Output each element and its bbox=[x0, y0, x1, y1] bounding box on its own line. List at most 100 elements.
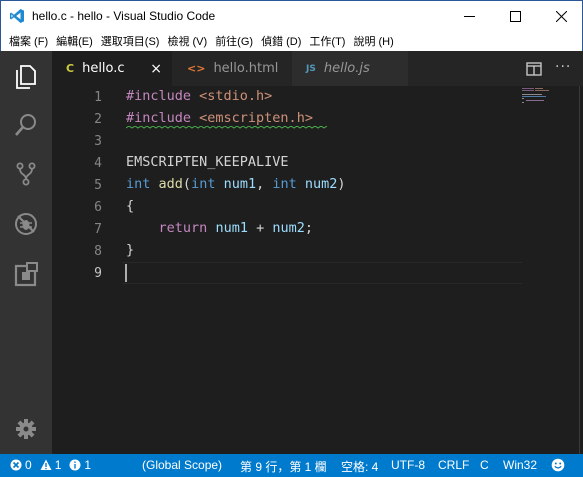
code-line: #include <emscripten.h> bbox=[126, 110, 313, 126]
language-mode[interactable]: C bbox=[480, 458, 489, 472]
error-count: 0 bbox=[25, 458, 32, 472]
js-file-icon: JS bbox=[306, 63, 316, 74]
more-actions-icon[interactable]: ··· bbox=[555, 59, 571, 75]
debug-icon bbox=[15, 213, 37, 235]
code-token: num2 bbox=[304, 176, 338, 192]
indentation[interactable]: 空格: 4 bbox=[341, 458, 378, 475]
c-file-icon: C bbox=[66, 62, 75, 75]
code-token: int bbox=[272, 176, 297, 192]
vscode-logo-icon bbox=[10, 9, 24, 23]
line-number: 5 bbox=[94, 178, 102, 193]
code-token: + bbox=[247, 220, 273, 236]
line-number: 4 bbox=[94, 156, 102, 171]
code-token: <stdio.h> bbox=[199, 88, 273, 104]
code-token: #include bbox=[126, 110, 200, 126]
code-token: add bbox=[158, 176, 183, 192]
code-line: #include <stdio.h> bbox=[126, 88, 272, 104]
code-token: ( bbox=[182, 176, 192, 192]
menu-file[interactable]: 檔案 (F) bbox=[5, 33, 52, 49]
code-token: EMSCRIPTEN_KEEPALIVE bbox=[126, 154, 289, 170]
tab-hello-c[interactable]: C hello.c × bbox=[52, 51, 172, 86]
code-token: { bbox=[126, 198, 135, 214]
code-token: int bbox=[191, 176, 216, 192]
cursor-position[interactable]: 第 9 行，第 1 欄 bbox=[240, 458, 327, 475]
code-line: { bbox=[126, 198, 134, 214]
code-line: } bbox=[126, 242, 134, 258]
line-number: 6 bbox=[94, 200, 102, 215]
menu-view[interactable]: 檢視 (V) bbox=[163, 33, 211, 49]
line-number: 9 bbox=[94, 266, 102, 281]
info-icon bbox=[69, 459, 81, 471]
code-token: ) bbox=[337, 176, 346, 192]
code-token: num1 bbox=[223, 176, 257, 192]
overview-ruler bbox=[579, 86, 580, 454]
error-icon bbox=[10, 459, 22, 471]
menu-help[interactable]: 說明 (H) bbox=[349, 33, 397, 49]
code-token: <emscripten.h> bbox=[199, 110, 313, 126]
menu-tasks[interactable]: 工作(T) bbox=[305, 33, 349, 49]
code-token: , bbox=[256, 176, 273, 192]
menu-debug[interactable]: 偵錯 (D) bbox=[257, 33, 305, 49]
explorer-icon bbox=[16, 65, 36, 89]
tab-hello-html[interactable]: <> hello.html bbox=[172, 51, 292, 86]
activity-debug[interactable] bbox=[0, 201, 52, 247]
close-icon[interactable]: × bbox=[150, 61, 162, 77]
encoding[interactable]: UTF-8 bbox=[391, 458, 425, 472]
line-number: 8 bbox=[94, 244, 102, 259]
code-token: return bbox=[158, 220, 208, 236]
menu-edit[interactable]: 編輯(E) bbox=[52, 33, 97, 49]
split-editor-icon[interactable] bbox=[525, 60, 543, 78]
platform-target[interactable]: Win32 bbox=[503, 458, 537, 472]
minimize-button[interactable] bbox=[446, 1, 492, 31]
activity-search[interactable] bbox=[0, 102, 52, 148]
menu-go[interactable]: 前往(G) bbox=[211, 33, 257, 49]
warning-count: 1 bbox=[54, 458, 62, 472]
code-token: ; bbox=[304, 220, 313, 236]
gear-icon bbox=[16, 419, 36, 439]
activity-source-control[interactable] bbox=[0, 151, 52, 197]
end-of-line[interactable]: CRLF bbox=[438, 458, 469, 472]
tab-label: hello.js bbox=[323, 61, 370, 76]
feedback-button[interactable] bbox=[551, 458, 568, 472]
problems-indicator[interactable]: 0 1 1 bbox=[10, 458, 91, 472]
activity-manage[interactable] bbox=[0, 406, 52, 452]
code-token: } bbox=[126, 242, 135, 258]
activity-explorer[interactable] bbox=[0, 53, 52, 99]
warning-icon bbox=[40, 459, 52, 470]
minimize-icon bbox=[463, 15, 475, 17]
code-token: num2 bbox=[272, 220, 305, 236]
search-icon bbox=[15, 114, 36, 136]
code-token: num1 bbox=[215, 220, 248, 236]
window-title: hello.c - hello - Visual Studio Code bbox=[32, 9, 216, 23]
tab-hello-js[interactable]: JS hello.js bbox=[292, 51, 408, 86]
info-count: 1 bbox=[84, 458, 92, 472]
close-icon bbox=[555, 10, 567, 22]
html-file-icon: <> bbox=[187, 62, 206, 75]
activity-bar bbox=[0, 51, 52, 454]
maximize-button[interactable] bbox=[492, 1, 538, 31]
code-line: return num1 + num2; bbox=[126, 220, 313, 236]
line-number: 2 bbox=[94, 112, 102, 127]
extensions-icon bbox=[14, 262, 38, 287]
text-cursor bbox=[125, 264, 127, 282]
menu-bar: 檔案 (F) 編輯(E) 選取項目(S) 檢視 (V) 前往(G) 偵錯 (D)… bbox=[0, 31, 583, 51]
close-window-button[interactable] bbox=[538, 1, 583, 31]
code-token: int bbox=[126, 176, 151, 192]
code-editor[interactable]: 123456789 #include <stdio.h> #include <em… bbox=[52, 86, 583, 454]
minimap[interactable] bbox=[520, 86, 560, 126]
code-line: int add(int num1, int num2) bbox=[126, 176, 346, 192]
activity-extensions[interactable] bbox=[0, 251, 52, 297]
smiley-icon bbox=[551, 458, 565, 472]
status-bar: 0 1 1 (Global Scope) 第 9 行，第 1 欄 空格: 4 U… bbox=[0, 454, 583, 477]
tab-label: hello.c bbox=[82, 61, 125, 76]
line-number: 1 bbox=[94, 90, 102, 105]
menu-selection[interactable]: 選取項目(S) bbox=[97, 33, 164, 49]
scope-indicator[interactable]: (Global Scope) bbox=[142, 458, 222, 472]
title-bar: hello.c - hello - Visual Studio Code bbox=[0, 0, 583, 31]
warning-squiggle bbox=[126, 126, 328, 129]
maximize-icon bbox=[509, 10, 521, 22]
